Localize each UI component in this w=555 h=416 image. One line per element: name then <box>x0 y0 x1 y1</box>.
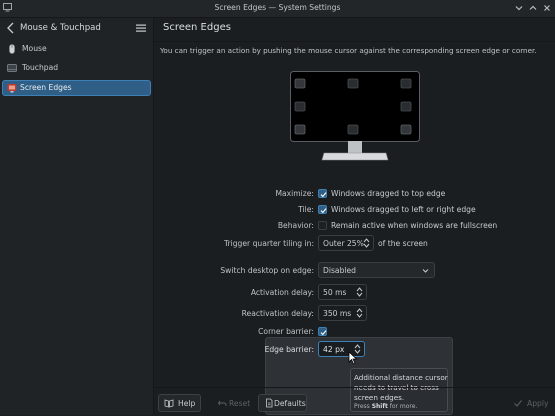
sidebar-title: Mouse & Touchpad <box>20 23 101 33</box>
edge-trigger-bottom-left[interactable] <box>294 124 306 135</box>
help-button[interactable]: Help <box>158 394 201 412</box>
behavior-label: Behavior: <box>277 221 314 230</box>
page-description: You can trigger an action by pushing the… <box>160 46 537 55</box>
header-divider <box>154 41 555 42</box>
sidebar-item-screen-edges[interactable]: Screen Edges <box>2 80 151 96</box>
sidebar: Mouse & Touchpad Mouse Touchpad Screen E… <box>0 18 154 415</box>
reset-button[interactable]: Reset <box>211 394 251 412</box>
bottom-button-bar: Help Reset Defaults Apply <box>154 387 555 416</box>
edge-trigger-top-right[interactable] <box>400 78 412 89</box>
help-icon <box>164 399 174 408</box>
edge-trigger-top[interactable] <box>347 78 359 89</box>
reactivation-delay-spinbox[interactable]: 350 ms <box>318 305 367 321</box>
maximize-text: Windows dragged to top edge <box>331 189 446 198</box>
window-title: Screen Edges — System Settings <box>214 3 341 12</box>
corner-barrier-checkbox[interactable] <box>318 327 327 336</box>
behavior-text: Remain active when windows are fullscree… <box>331 221 498 230</box>
spinbox-value: 50 ms <box>323 288 347 297</box>
combobox-value: Disabled <box>323 266 356 275</box>
sidebar-item-label: Mouse <box>22 44 47 53</box>
reactivation-delay-label: Reactivation delay: <box>241 309 314 318</box>
edge-trigger-left[interactable] <box>294 101 306 112</box>
edge-trigger-bottom-right[interactable] <box>400 124 412 135</box>
spin-arrows-icon[interactable] <box>363 237 370 249</box>
reset-icon <box>217 400 227 406</box>
maximize-checkbox[interactable] <box>318 189 327 198</box>
screen-edges-monitor <box>290 71 420 161</box>
defaults-button[interactable]: Defaults <box>258 394 307 412</box>
sidebar-item-mouse[interactable]: Mouse <box>2 41 151 57</box>
switch-desktop-label: Switch desktop on edge: <box>220 266 314 275</box>
tile-label: Tile: <box>298 205 314 214</box>
edge-trigger-top-left[interactable] <box>294 78 306 89</box>
activation-delay-spinbox[interactable]: 50 ms <box>318 284 367 300</box>
quarter-tiling-spinbox[interactable]: Outer 25% <box>318 235 374 251</box>
chevron-down-icon[interactable] <box>513 2 525 14</box>
defaults-document-icon <box>266 398 273 408</box>
spinbox-value: 42 px <box>323 345 345 354</box>
sidebar-item-touchpad[interactable]: Touchpad <box>2 60 151 76</box>
sidebar-header: Mouse & Touchpad <box>0 18 153 40</box>
screen-edges-icon <box>7 84 17 93</box>
touchpad-icon <box>7 64 17 72</box>
switch-desktop-combobox[interactable]: Disabled <box>318 262 435 278</box>
sidebar-item-label: Touchpad <box>22 63 59 72</box>
edge-trigger-right[interactable] <box>400 101 412 112</box>
spinbox-value: Outer 25% <box>323 239 364 248</box>
window-titlebar: Screen Edges — System Settings <box>0 0 555 18</box>
corner-barrier-label: Corner barrier: <box>258 327 314 336</box>
tile-checkbox[interactable] <box>318 205 327 214</box>
tooltip-line: Additional distance cursor <box>354 373 448 382</box>
maximize-label: Maximize: <box>275 189 314 198</box>
close-icon[interactable] <box>541 2 553 14</box>
spin-arrows-icon[interactable] <box>356 286 363 298</box>
edge-trigger-bottom[interactable] <box>347 124 359 135</box>
spin-arrows-icon[interactable] <box>356 307 363 319</box>
quarter-tiling-label: Trigger quarter tiling in: <box>223 239 314 248</box>
back-arrow-icon[interactable] <box>5 21 17 35</box>
hamburger-menu-icon[interactable] <box>135 22 147 34</box>
spinbox-value: 350 ms <box>323 309 352 318</box>
check-icon <box>514 400 522 407</box>
sidebar-item-label: Screen Edges <box>20 83 72 92</box>
behavior-checkbox[interactable] <box>318 221 327 230</box>
chevron-up-icon[interactable] <box>527 2 539 14</box>
chevron-down-icon <box>422 269 429 273</box>
mouse-cursor-icon <box>348 351 358 365</box>
quarter-tiling-suffix: of the screen <box>378 239 428 248</box>
edge-barrier-label: Edge barrier: <box>264 345 314 354</box>
mouse-icon <box>9 44 15 54</box>
tile-text: Windows dragged to left or right edge <box>331 205 476 214</box>
apply-button[interactable]: Apply <box>507 394 551 412</box>
activation-delay-label: Activation delay: <box>250 288 314 297</box>
page-title: Screen Edges <box>163 22 231 33</box>
